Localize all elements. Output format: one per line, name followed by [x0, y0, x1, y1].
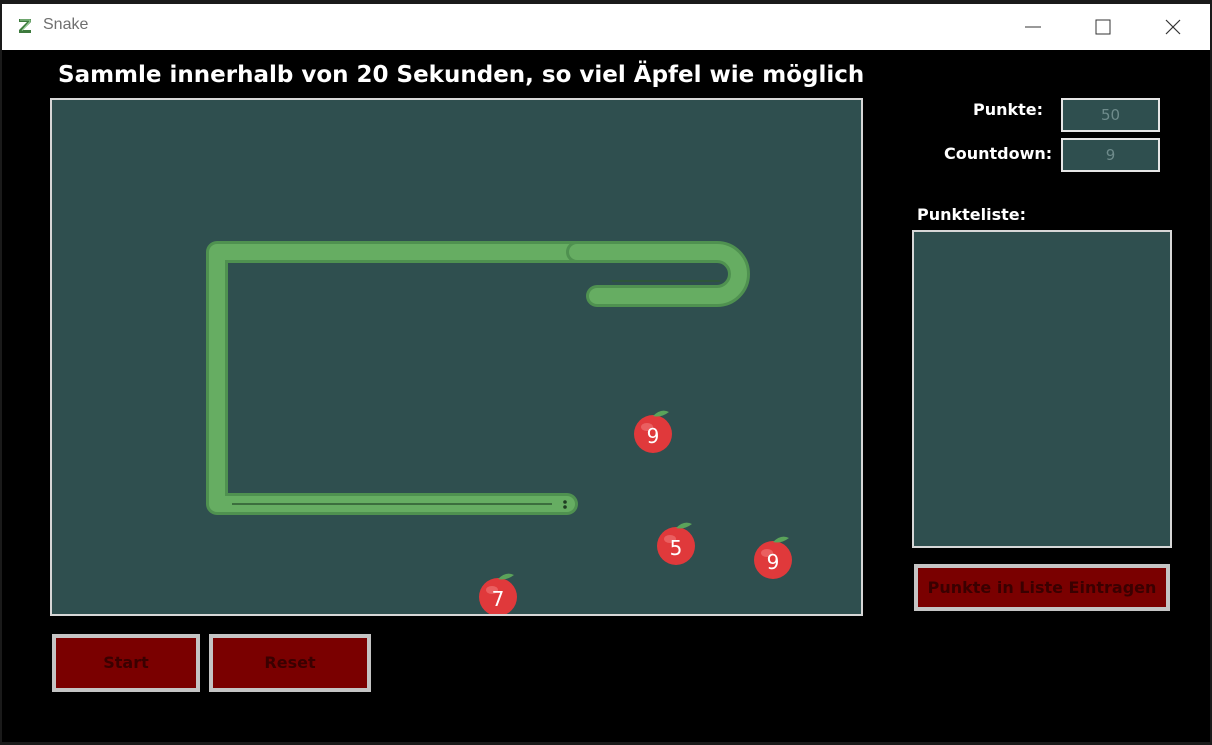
apple: 7	[479, 573, 517, 614]
apple: 9	[634, 410, 672, 453]
apple-value: 9	[647, 424, 660, 448]
apple-value: 9	[767, 550, 780, 574]
close-icon	[1165, 19, 1181, 35]
maximize-button[interactable]	[1068, 4, 1138, 50]
minimize-button[interactable]	[998, 4, 1068, 50]
snake-window: Snake Sammle innerhalb von 20 Sekunden, …	[2, 4, 1210, 742]
punkteliste-listbox[interactable]	[912, 230, 1172, 548]
apple-value: 5	[670, 536, 683, 560]
apple-value: 7	[492, 587, 505, 611]
snake-eye	[563, 500, 567, 504]
punkte-field[interactable]: 50	[1061, 98, 1160, 132]
snake-app-icon	[19, 19, 31, 33]
apple: 9	[754, 536, 792, 579]
snake-eye	[563, 505, 567, 509]
game-board[interactable]: 9 5 9 7	[50, 98, 863, 616]
title-bar[interactable]: Snake	[2, 4, 1210, 50]
countdown-field[interactable]: 9	[1061, 138, 1160, 172]
start-button[interactable]: Start	[52, 634, 200, 692]
game-instruction: Sammle innerhalb von 20 Sekunden, so vie…	[58, 62, 865, 88]
punkteliste-label: Punkteliste:	[917, 205, 1027, 224]
apple: 5	[657, 522, 695, 565]
window-title: Snake	[43, 16, 89, 33]
reset-button[interactable]: Reset	[209, 634, 371, 692]
maximize-icon	[1095, 19, 1111, 35]
countdown-label: Countdown:	[944, 144, 1053, 163]
snake	[206, 241, 750, 515]
punkte-label: Punkte:	[973, 100, 1044, 119]
game-board-canvas: 9 5 9 7	[206, 241, 792, 614]
close-button[interactable]	[1138, 4, 1208, 50]
add-to-list-button[interactable]: Punkte in Liste Eintragen	[914, 564, 1170, 611]
minimize-icon	[1025, 26, 1041, 28]
